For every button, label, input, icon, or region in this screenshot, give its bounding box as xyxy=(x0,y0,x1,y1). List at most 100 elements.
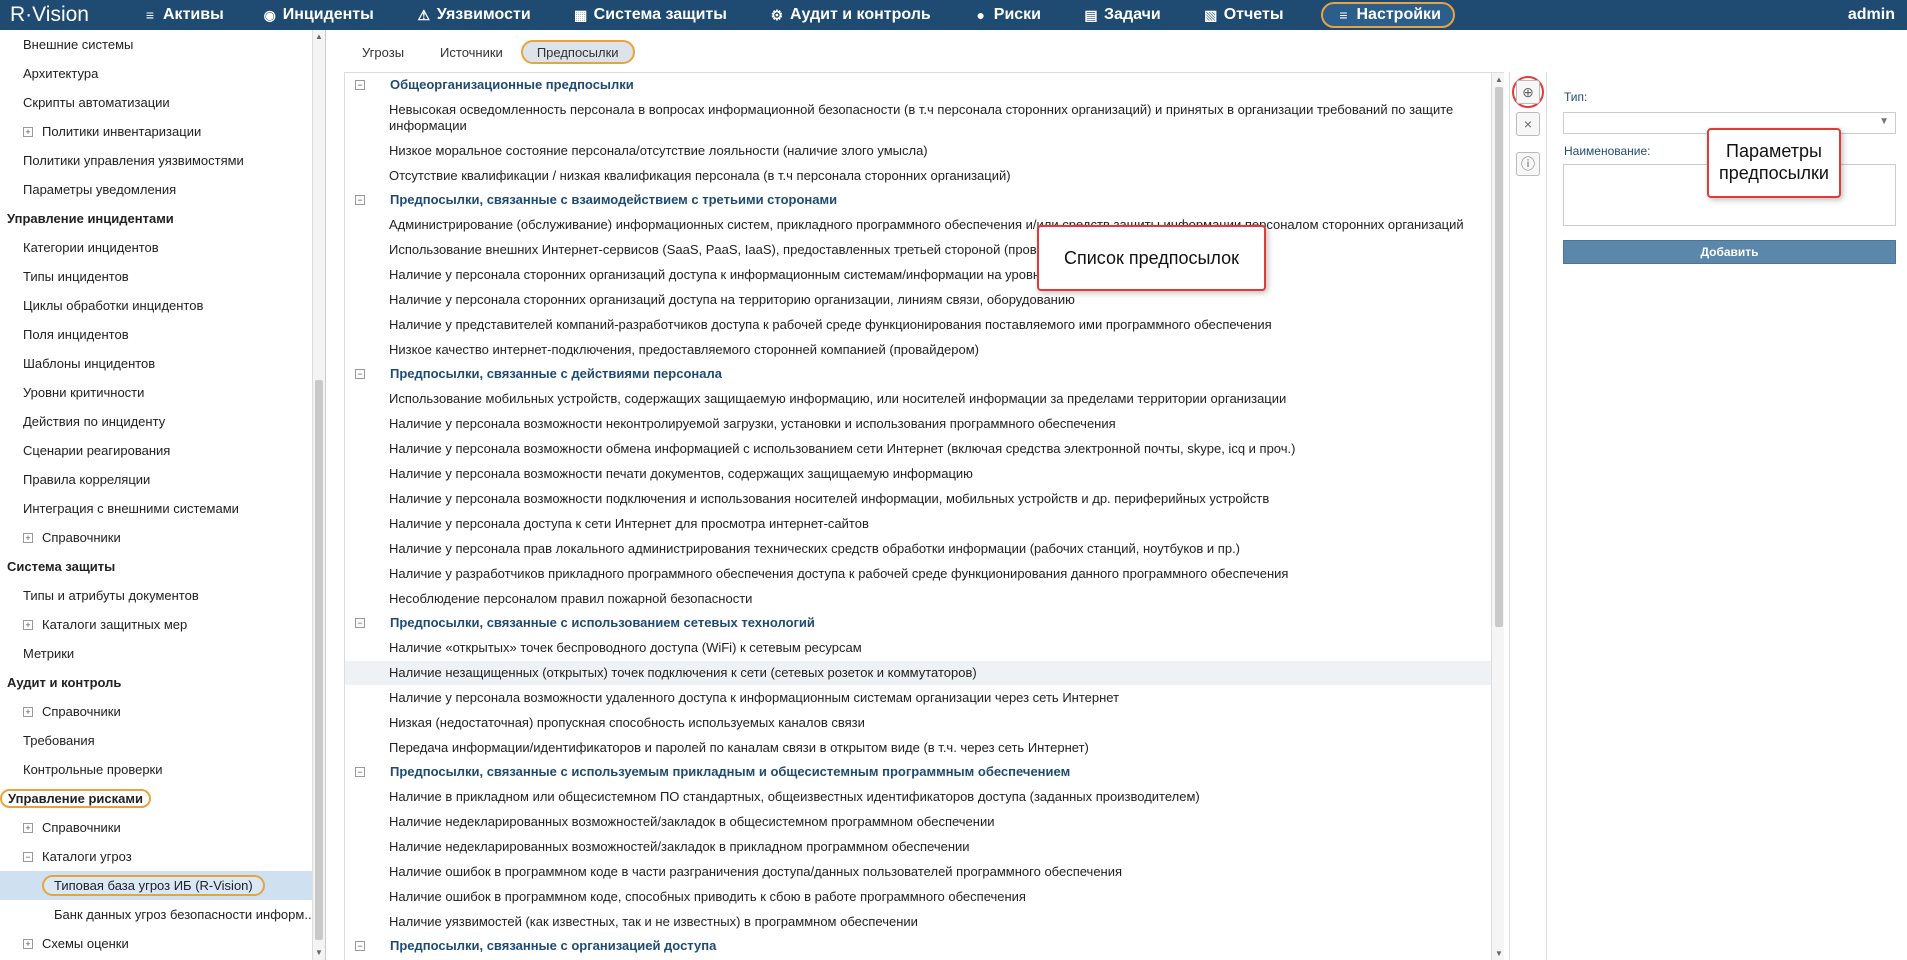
submit-add-button[interactable]: Добавить xyxy=(1563,240,1896,264)
expand-icon[interactable]: + xyxy=(23,938,33,949)
sidebar-item[interactable]: Поля инцидентов xyxy=(0,320,325,349)
nav-item-1[interactable]: ◉ Инциденты xyxy=(252,0,384,30)
precondition-item[interactable]: Наличие у персонала прав локального адми… xyxy=(345,536,1491,561)
sidebar-item[interactable]: Требования xyxy=(0,726,325,755)
scroll-down-arrow-icon[interactable]: ▼ xyxy=(1495,949,1503,958)
sidebar-item[interactable]: Внешние системы xyxy=(0,30,325,59)
tab-1[interactable]: Источники xyxy=(422,40,521,64)
list-scroll-thumb[interactable] xyxy=(1495,87,1503,627)
sidebar-item[interactable]: + Справочники xyxy=(0,813,325,842)
sidebar-item[interactable]: Архитектура xyxy=(0,59,325,88)
expand-icon[interactable]: + xyxy=(23,619,33,630)
precondition-group[interactable]: − Предпосылки, связанные с действиями пер… xyxy=(345,362,1491,386)
sidebar-item[interactable]: + Каталоги защитных мер xyxy=(0,610,325,639)
rvision-logo[interactable]: R·Vision xyxy=(0,3,112,27)
precondition-item[interactable]: Наличие незащищенных (открытых) точек по… xyxy=(345,660,1491,685)
sidebar-item[interactable]: + Справочники xyxy=(0,523,325,552)
sidebar-item[interactable]: Циклы обработки инцидентов xyxy=(0,291,325,320)
info-button[interactable]: ⓘ xyxy=(1516,152,1540,176)
precondition-item[interactable]: Наличие недекларированных возможностей/з… xyxy=(345,834,1491,859)
user-menu[interactable]: admin xyxy=(1848,0,1895,30)
expand-icon[interactable]: + xyxy=(23,126,33,137)
sidebar-item[interactable]: Управление инцидентами xyxy=(0,204,325,233)
nav-item-2[interactable]: ⚠ Уязвимости xyxy=(406,0,541,30)
collapse-icon[interactable]: − xyxy=(355,195,365,205)
precondition-item[interactable]: Наличие у персонала возможности печати д… xyxy=(345,461,1491,486)
sidebar-item[interactable]: Действия по инциденту xyxy=(0,407,325,436)
precondition-item[interactable]: Наличие уязвимостей (как известных, так … xyxy=(345,909,1491,934)
sidebar-scroll-thumb[interactable] xyxy=(315,380,323,940)
precondition-item[interactable]: Наличие недекларированных возможностей/з… xyxy=(345,809,1491,834)
tab-2[interactable]: Предпосылки xyxy=(520,40,635,64)
precondition-item[interactable]: Невысокая осведомленность персонала в во… xyxy=(345,97,1491,138)
nav-item-8[interactable]: ≡ Настройки xyxy=(1321,2,1455,28)
list-scrollbar[interactable]: ▲ ▼ xyxy=(1491,73,1504,960)
precondition-item[interactable]: Наличие у персонала сторонних организаци… xyxy=(345,287,1491,312)
precondition-item[interactable]: Наличие у представителей компаний-разраб… xyxy=(345,312,1491,337)
collapse-icon[interactable]: − xyxy=(355,767,365,777)
scroll-down-arrow-icon[interactable]: ▼ xyxy=(315,948,323,957)
sidebar-item[interactable]: + Справочники xyxy=(0,697,325,726)
sidebar-item[interactable]: Управление рисками xyxy=(0,784,325,813)
nav-item-5[interactable]: ● Риски xyxy=(963,0,1051,30)
sidebar-item[interactable]: Сценарии реагирования xyxy=(0,436,325,465)
precondition-group[interactable]: − Общеорганизационные предпосылки xyxy=(345,73,1491,97)
sidebar-item[interactable]: Типы и атрибуты документов xyxy=(0,581,325,610)
sidebar-item[interactable]: Система защиты xyxy=(0,552,325,581)
nav-item-7[interactable]: ▧ Отчеты xyxy=(1193,0,1294,30)
precondition-item[interactable]: Низкая (недостаточная) пропускная способ… xyxy=(345,710,1491,735)
precondition-item[interactable]: Использование мобильных устройств, содер… xyxy=(345,386,1491,411)
sidebar-item[interactable]: Уровни критичности xyxy=(0,378,325,407)
precondition-item[interactable]: Наличие в прикладном или общесистемном П… xyxy=(345,784,1491,809)
precondition-group[interactable]: − Предпосылки, связанные с используемым п… xyxy=(345,760,1491,784)
precondition-item[interactable]: Отсутствие квалификации / низкая квалифи… xyxy=(345,163,1491,188)
expand-icon[interactable]: + xyxy=(23,706,33,717)
precondition-item[interactable]: Наличие у персонала возможности подключе… xyxy=(345,486,1491,511)
collapse-icon[interactable]: − xyxy=(355,80,365,90)
sidebar-item[interactable]: Категории инцидентов xyxy=(0,233,325,262)
sidebar-item[interactable]: Шаблоны инцидентов xyxy=(0,349,325,378)
collapse-icon[interactable]: − xyxy=(23,851,33,862)
sidebar-item[interactable]: Интеграция с внешними системами xyxy=(0,494,325,523)
precondition-item[interactable]: Несоблюдение персоналом правил пожарной … xyxy=(345,586,1491,611)
precondition-item[interactable]: Наличие ошибок в программном коде, спосо… xyxy=(345,884,1491,909)
nav-item-0[interactable]: ≡ Активы xyxy=(132,0,234,30)
sidebar-item[interactable]: Параметры уведомления xyxy=(0,175,325,204)
precondition-item[interactable]: Использование внешних Интернет-сервисов … xyxy=(345,237,1491,262)
precondition-item[interactable]: Наличие у персонала возможности неконтро… xyxy=(345,411,1491,436)
sidebar-item[interactable]: Метрики xyxy=(0,639,325,668)
sidebar-item[interactable]: Типы инцидентов xyxy=(0,262,325,291)
precondition-item[interactable]: Передача информации/идентификаторов и па… xyxy=(345,735,1491,760)
tab-0[interactable]: Угрозы xyxy=(344,40,422,64)
precondition-item[interactable]: Низкое моральное состояние персонала/отс… xyxy=(345,138,1491,163)
precondition-item[interactable]: Наличие «открытых» точек беспроводного д… xyxy=(345,635,1491,660)
sidebar-item[interactable]: Правила корреляции xyxy=(0,465,325,494)
precondition-group[interactable]: − Предпосылки, связанные с взаимодействие… xyxy=(345,188,1491,212)
sidebar-item[interactable]: Контрольные проверки xyxy=(0,755,325,784)
sidebar-item[interactable]: Политики управления уязвимостями xyxy=(0,146,325,175)
sidebar-item[interactable]: Типовая база угроз ИБ (R-Vision) xyxy=(0,871,325,900)
precondition-item[interactable]: Наличие у персонала возможности удаленно… xyxy=(345,685,1491,710)
nav-item-6[interactable]: ▤ Задачи xyxy=(1073,0,1171,30)
expand-icon[interactable]: + xyxy=(23,822,33,833)
precondition-item[interactable]: Наличие у персонала доступа к сети Интер… xyxy=(345,511,1491,536)
expand-icon[interactable]: + xyxy=(23,532,33,543)
scroll-up-arrow-icon[interactable]: ▲ xyxy=(1495,75,1503,84)
sidebar-item[interactable]: Аудит и контроль xyxy=(0,668,325,697)
precondition-item[interactable]: Наличие ошибок в программном коде в част… xyxy=(345,859,1491,884)
nav-item-3[interactable]: ▦ Система защиты xyxy=(563,0,737,30)
sidebar-item[interactable]: Скрипты автоматизации xyxy=(0,88,325,117)
add-button[interactable]: ⊕ xyxy=(1516,80,1540,104)
collapse-icon[interactable]: − xyxy=(355,618,365,628)
precondition-item[interactable]: Администрирование (обслуживание) информа… xyxy=(345,212,1491,237)
sidebar-item[interactable]: − Каталоги угроз xyxy=(0,842,325,871)
nav-item-4[interactable]: ⚙ Аудит и контроль xyxy=(759,0,941,30)
precondition-group[interactable]: − Предпосылки, связанные с использованием… xyxy=(345,611,1491,635)
scroll-up-arrow-icon[interactable]: ▲ xyxy=(315,32,323,41)
collapse-icon[interactable]: − xyxy=(355,941,365,951)
delete-button[interactable]: × xyxy=(1516,112,1540,136)
sidebar-item[interactable]: Банк данных угроз безопасности информ... xyxy=(0,900,325,929)
collapse-icon[interactable]: − xyxy=(355,369,365,379)
sidebar-item[interactable]: + Политики инвентаризации xyxy=(0,117,325,146)
precondition-item[interactable]: Наличие у персонала возможности обмена и… xyxy=(345,436,1491,461)
